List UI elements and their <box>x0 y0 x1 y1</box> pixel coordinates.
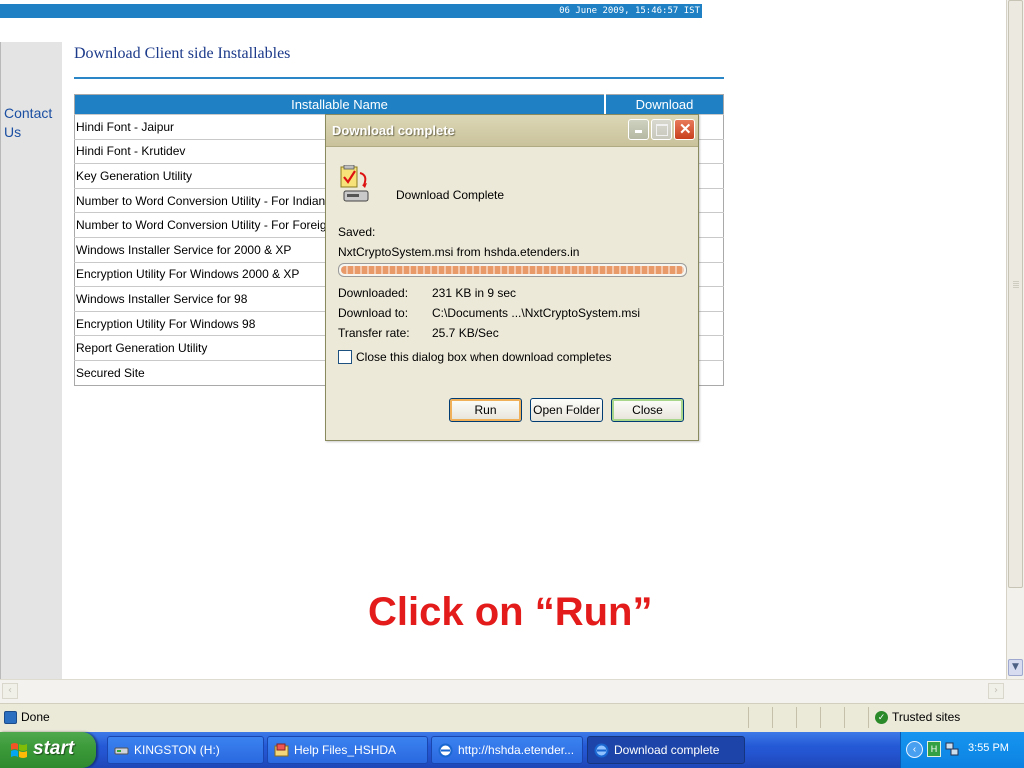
windows-taskbar: start KINGSTON (H:) Help Files_HSHDA htt… <box>0 732 1024 768</box>
clock[interactable]: 3:55 PM <box>968 742 1009 754</box>
download-to-label: Download to: <box>338 306 409 320</box>
taskbar-item-download-complete[interactable]: Download complete <box>587 736 745 764</box>
status-divider <box>796 707 797 728</box>
saved-label: Saved: <box>338 225 376 239</box>
datetime-text: 06 June 2009, 15:46:57 IST <box>559 6 700 16</box>
column-header-download: Download <box>605 94 724 115</box>
column-header-installable-name: Installable Name <box>74 94 606 115</box>
status-divider <box>844 707 845 728</box>
download-complete-dialog: Download complete ✕ Download Complete Sa… <box>325 114 699 441</box>
status-divider <box>820 707 821 728</box>
network-icon[interactable] <box>945 741 959 757</box>
taskbar-item-label: Download complete <box>614 743 720 757</box>
title-divider <box>74 77 724 79</box>
browser-status-bar: Done ✓ Trusted sites <box>0 703 1024 732</box>
system-tray: ‹ H 3:55 PM <box>900 732 1024 768</box>
table-header-row: Installable Name Download <box>74 94 724 115</box>
contact-us-link[interactable]: Contact Us <box>4 104 60 142</box>
minimize-button[interactable] <box>628 119 649 140</box>
dialog-title-bar[interactable]: Download complete ✕ <box>326 115 698 147</box>
grip-icon: ― ― ― ― <box>1013 278 1019 291</box>
folder-icon <box>274 743 289 757</box>
dialog-heading: Download Complete <box>396 188 505 202</box>
minimize-icon <box>635 130 642 133</box>
run-button[interactable]: Run <box>449 398 522 422</box>
close-when-complete-checkbox[interactable] <box>338 350 352 364</box>
status-divider <box>868 707 869 728</box>
vertical-scroll-thumb[interactable]: ― ― ― ― <box>1008 0 1023 588</box>
security-zone[interactable]: ✓ Trusted sites <box>875 710 961 725</box>
downloaded-value: 231 KB in 9 sec <box>432 286 517 300</box>
maximize-icon <box>656 124 668 136</box>
horizontal-scrollbar[interactable]: ‹ › <box>0 679 1024 703</box>
close-icon: ✕ <box>679 121 692 138</box>
tray-app-icon[interactable]: H <box>927 741 941 757</box>
show-hidden-icons-icon[interactable]: ‹ <box>906 741 923 758</box>
windows-logo-icon <box>11 743 27 758</box>
status-text: Done <box>21 710 50 724</box>
page-done-icon <box>4 711 17 725</box>
date-time-bar: 06 June 2009, 15:46:57 IST <box>0 4 702 18</box>
start-label: start <box>33 738 75 759</box>
close-window-button[interactable]: ✕ <box>674 119 695 140</box>
scroll-left-arrow-icon[interactable]: ‹ <box>2 683 18 699</box>
ie-icon <box>594 743 609 758</box>
taskbar-item-help-files[interactable]: Help Files_HSHDA <box>267 736 428 764</box>
progress-fill <box>341 266 684 274</box>
status-divider <box>748 707 749 728</box>
dialog-title: Download complete <box>332 123 455 138</box>
trusted-sites-check-icon: ✓ <box>875 711 888 725</box>
transfer-rate-label: Transfer rate: <box>338 326 410 340</box>
instruction-annotation: Click on “Run” <box>368 590 653 634</box>
scroll-down-arrow-icon[interactable]: ▼ <box>1008 659 1023 676</box>
taskbar-item-label: KINGSTON (H:) <box>134 743 220 757</box>
status-divider <box>772 707 773 728</box>
taskbar-item-kingston[interactable]: KINGSTON (H:) <box>107 736 264 764</box>
saved-value: NxtCryptoSystem.msi from hshda.etenders.… <box>338 245 580 259</box>
download-complete-icon <box>340 165 369 202</box>
taskbar-item-label: Help Files_HSHDA <box>294 743 397 757</box>
transfer-rate-value: 25.7 KB/Sec <box>432 326 499 340</box>
downloaded-label: Downloaded: <box>338 286 409 300</box>
status-done: Done <box>4 710 50 725</box>
download-to-value: C:\Documents ...\NxtCryptoSystem.msi <box>432 306 641 320</box>
close-button[interactable]: Close <box>611 398 684 422</box>
close-when-complete-label[interactable]: Close this dialog box when download comp… <box>356 350 612 364</box>
drive-icon <box>114 747 129 755</box>
taskbar-item-label: http://hshda.etender... <box>458 743 575 757</box>
start-button[interactable]: start <box>0 732 96 768</box>
maximize-button[interactable] <box>651 119 672 140</box>
download-progress-bar <box>338 263 687 277</box>
page-title: Download Client side Installables <box>74 45 291 62</box>
vertical-scrollbar[interactable]: ― ― ― ― ▼ <box>1006 0 1024 679</box>
taskbar-item-ie-hshda[interactable]: http://hshda.etender... <box>431 736 583 764</box>
open-folder-button[interactable]: Open Folder <box>530 398 603 422</box>
zone-text: Trusted sites <box>892 710 961 724</box>
ie-icon <box>438 743 453 758</box>
scroll-right-arrow-icon[interactable]: › <box>988 683 1004 699</box>
